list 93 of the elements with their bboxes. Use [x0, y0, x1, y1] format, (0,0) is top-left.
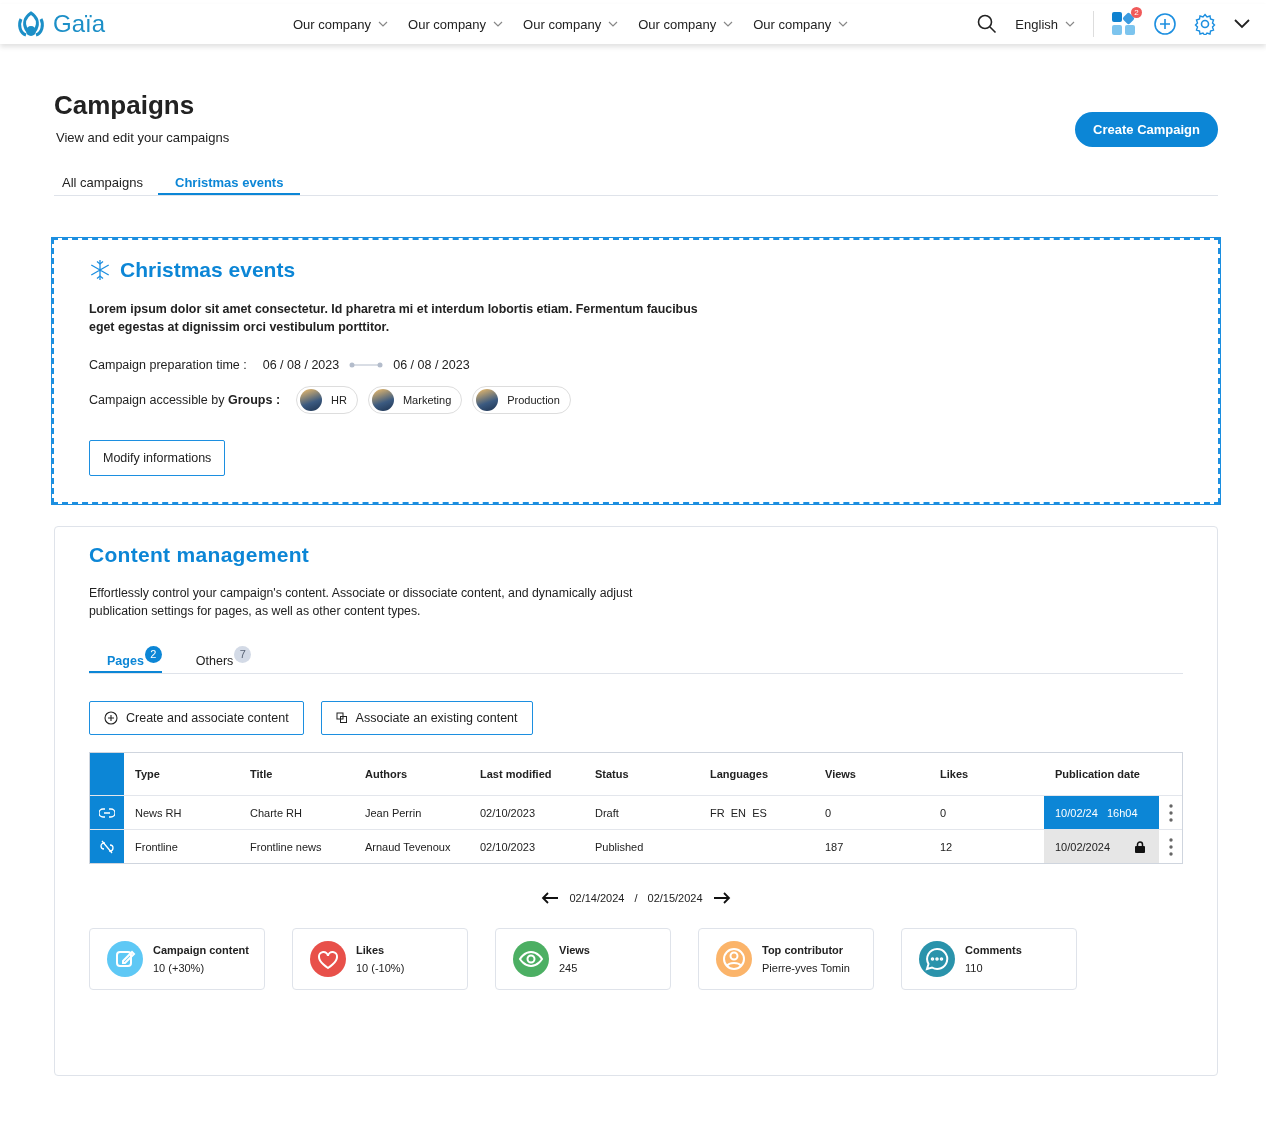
page-subtitle: View and edit your campaigns — [56, 130, 230, 145]
stat-value: 10 (-10%) — [356, 962, 405, 974]
nav-menu-item[interactable]: Our company — [408, 16, 504, 32]
apps-icon[interactable] — [1112, 12, 1136, 36]
event-description: Lorem ipsum dolor sit amet consectetur. Id pharetra mi et interdum lobortis etiam. Fermentum faucibus eget egestas at dignissim orci vestibulum porttitor. — [89, 301, 699, 336]
stat-title: Campaign content — [153, 944, 249, 956]
group-avatar — [476, 389, 499, 411]
stat-value: 110 — [965, 962, 984, 974]
chevron-down-icon — [838, 21, 849, 27]
table-cell-text: Published — [594, 839, 645, 855]
add-icon[interactable] — [1154, 13, 1176, 35]
nav-menu-item[interactable]: Our company — [293, 16, 389, 32]
page-title: Campaigns — [54, 90, 196, 121]
column-header: Views — [824, 767, 857, 782]
table-cell-text: Frontline news — [249, 839, 323, 855]
column-header: Title — [249, 767, 274, 782]
nav-menu-item[interactable]: Our company — [523, 16, 619, 32]
nav-menu-item[interactable]: Our company — [753, 16, 849, 32]
nav-menu-item[interactable]: Our company — [638, 16, 734, 32]
date-range-connector — [349, 362, 384, 368]
stat-value: Pierre-yves Tomin — [762, 962, 850, 974]
group-avatar — [371, 389, 394, 411]
modify-button[interactable]: Modify informations — [89, 440, 226, 476]
arrow-right-icon[interactable] — [712, 892, 731, 904]
settings-icon[interactable] — [1194, 13, 1216, 35]
column-header: Languages — [709, 767, 770, 782]
table-cell-text: 187 — [824, 839, 845, 855]
more-icon[interactable] — [1168, 803, 1173, 822]
table-cell-text: Frontline — [134, 839, 179, 855]
column-header: Last modified — [479, 767, 553, 782]
arrow-left-icon[interactable] — [541, 892, 560, 904]
column-header: Likes — [939, 767, 970, 782]
more-icon[interactable] — [1168, 837, 1173, 856]
language-select[interactable]: English — [1015, 16, 1075, 32]
range-end-date: 02/15/2024 — [647, 892, 703, 904]
notification-badge: 2 — [1131, 7, 1142, 18]
table-cell-text: 0 — [939, 805, 948, 821]
column-header: Authors — [364, 767, 409, 782]
stat-title: Likes — [356, 944, 386, 956]
add-icon — [104, 711, 118, 725]
count-badge: 7 — [234, 646, 252, 663]
tab[interactable]: Christmas events — [158, 171, 301, 195]
event-title: Christmas events — [120, 258, 296, 282]
section-description: Effortlessly control your campaign's content. Associate or dissociate content, and dynamically adjust publication settings for pages, as well as other content types. — [89, 585, 634, 620]
logo-text: Gaïa — [53, 10, 106, 38]
search-icon[interactable] — [977, 14, 998, 34]
stat-value: 10 (+30%) — [153, 962, 206, 974]
tab[interactable]: Others — [177, 646, 234, 671]
table-cell-text: News RH — [134, 805, 183, 821]
table-cell-text: Draft — [594, 805, 620, 821]
preparation-time-label: Campaign preparation time : — [89, 358, 247, 372]
table-cell-text: Jean Perrin — [364, 805, 423, 821]
column-header: Type — [134, 767, 161, 782]
table-cell-text: 02/10/2023 — [479, 805, 537, 821]
content-action-button[interactable]: Associate an existing content — [320, 701, 533, 735]
end-date: 06 / 08 / 2023 — [393, 358, 470, 372]
table-cell-text: 12 — [939, 839, 954, 855]
publication-date-cell[interactable]: 10/02/24 16h04 — [1044, 796, 1159, 829]
column-header: Publication date — [1054, 767, 1141, 782]
range-start-date: 02/14/2024 — [569, 892, 625, 904]
stat-title: Top contributor — [762, 944, 845, 956]
table-cell-text: FR EN ES — [709, 805, 768, 821]
chevron-down-icon — [723, 21, 734, 27]
stat-title: Comments — [965, 944, 1022, 956]
copy-icon — [335, 712, 348, 724]
table-cell-text: Arnaud Tevenoux — [364, 839, 452, 855]
chevron-down-icon — [608, 21, 619, 27]
groups-label: Campaign accessible by Groups : — [89, 393, 281, 407]
chevron-down-icon — [378, 21, 389, 27]
tab[interactable]: All campaigns — [54, 171, 158, 195]
chevron-down-icon — [1065, 21, 1075, 27]
lock-icon — [1135, 840, 1145, 853]
chevron-down-icon — [493, 21, 504, 27]
range-separator: / — [634, 892, 638, 904]
table-cell-text: 0 — [824, 805, 833, 821]
unlink-icon[interactable] — [100, 839, 114, 854]
group-avatar — [300, 389, 323, 411]
chevron-down-icon[interactable] — [1234, 19, 1250, 29]
stat-title: Views — [559, 944, 590, 956]
create-campaign-button[interactable]: Create Campaign — [1075, 112, 1218, 147]
table-cell-text: 02/10/2023 — [479, 839, 537, 855]
start-date: 06 / 08 / 2023 — [262, 358, 340, 372]
content-action-button[interactable]: Create and associate content — [89, 701, 304, 735]
column-header: Status — [594, 767, 630, 782]
table-cell-text: Charte RH — [249, 805, 303, 821]
stat-value: 245 — [559, 962, 579, 974]
tab[interactable]: Pages — [89, 646, 144, 671]
count-badge: 2 — [144, 646, 162, 663]
snowflake-icon — [89, 259, 111, 281]
publication-date-cell[interactable]: 10/02/2024 — [1044, 830, 1159, 863]
section-title: Content management — [89, 543, 311, 567]
link-icon[interactable] — [99, 807, 115, 818]
logo-icon — [17, 11, 45, 37]
